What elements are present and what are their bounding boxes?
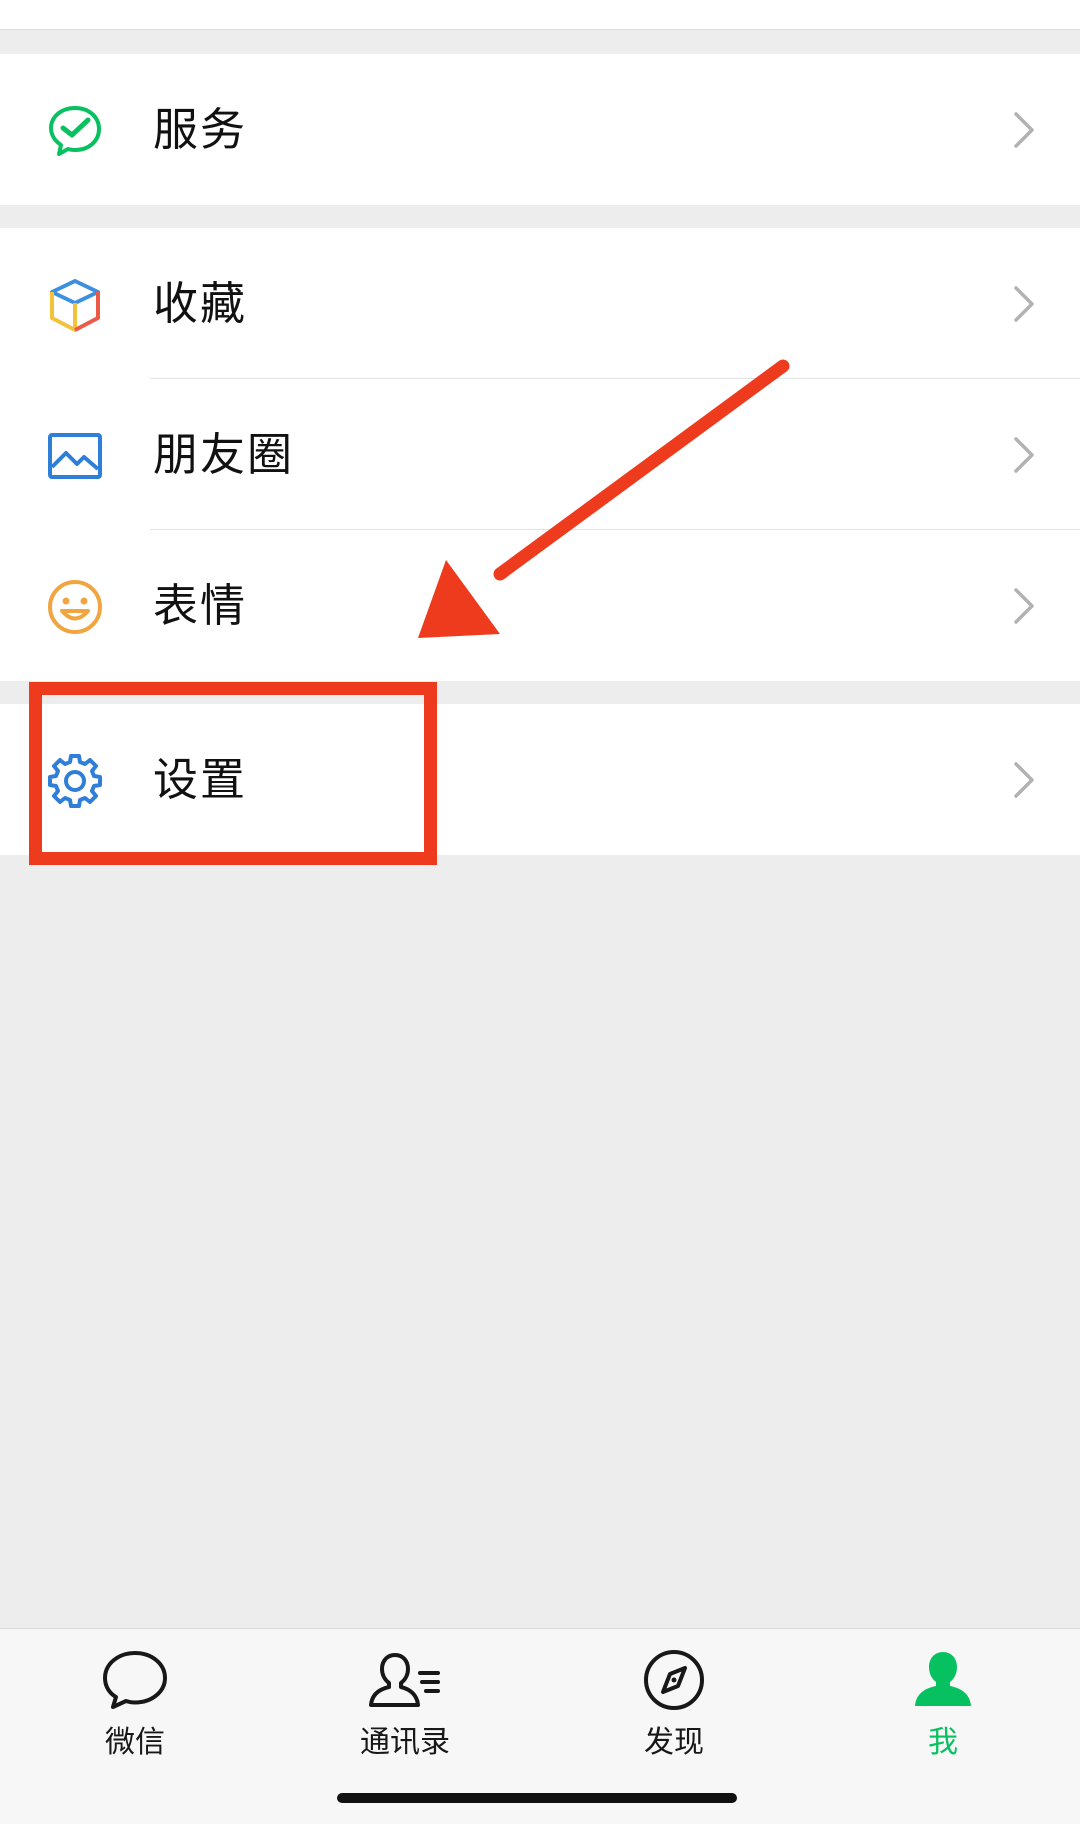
moments-row[interactable]: 朋友圈 [0, 379, 1080, 530]
chevron-right-icon [1012, 284, 1036, 324]
tab-me-label: 我 [928, 1725, 958, 1760]
tab-discover[interactable]: 发现 [604, 1649, 744, 1761]
services-group: 服务 [0, 54, 1080, 205]
tab-contacts-label: 通讯录 [360, 1725, 450, 1760]
annotation-highlight-box [29, 682, 437, 865]
compass-icon [644, 1650, 704, 1710]
wechat-pay-icon [46, 102, 104, 160]
tab-chats[interactable]: 微信 [65, 1649, 205, 1761]
person-icon [915, 1652, 971, 1706]
services-label: 服务 [153, 103, 248, 156]
previous-section-edge [0, 0, 1080, 30]
smiley-icon [46, 578, 104, 636]
chevron-right-icon [1012, 586, 1036, 626]
chevron-right-icon [1012, 435, 1036, 475]
cube-icon [46, 276, 104, 334]
favorites-row[interactable]: 收藏 [0, 228, 1080, 379]
contacts-icon [369, 1653, 440, 1707]
home-indicator [337, 1793, 737, 1803]
moments-label: 朋友圈 [153, 428, 295, 481]
chevron-right-icon [1012, 110, 1036, 150]
stickers-row[interactable]: 表情 [0, 530, 1080, 681]
chevron-right-icon [1012, 760, 1036, 800]
tab-chats-label: 微信 [105, 1725, 165, 1760]
chat-bubble-icon [103, 1651, 167, 1709]
tab-discover-label: 发现 [644, 1725, 704, 1760]
picture-icon [46, 427, 104, 485]
stickers-label: 表情 [153, 579, 248, 632]
tab-contacts[interactable]: 通讯录 [335, 1649, 475, 1761]
content-group: 收藏 朋友圈 表情 [0, 228, 1080, 681]
favorites-label: 收藏 [153, 277, 248, 330]
tab-me[interactable]: 我 [873, 1649, 1013, 1761]
services-row[interactable]: 服务 [0, 54, 1080, 205]
